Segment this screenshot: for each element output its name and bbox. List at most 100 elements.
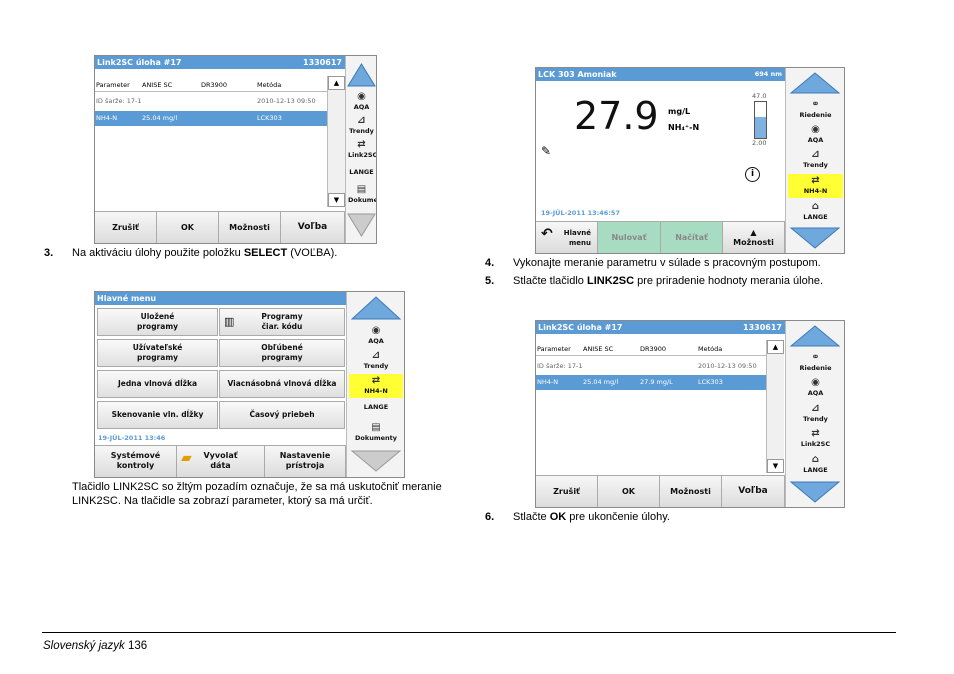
aqa-button[interactable]: ◉ AQA [788, 123, 843, 147]
lange-button[interactable]: ⌂ LANGE [788, 453, 843, 477]
ok-button[interactable]: OK [157, 212, 219, 243]
aqa-button[interactable]: ◉ AQA [348, 90, 375, 114]
side-panel: ◉AQA ⊿Trendy ⇄Link2SC LANGE ▤Dokumenty [345, 56, 376, 243]
button-bar: Zrušiť OK Možnosti Voľba [536, 475, 785, 507]
button-bar: Zrušiť OK Možnosti Voľba [95, 211, 345, 243]
screen-title: Hlavné menu [95, 292, 346, 305]
scroll-up-icon[interactable] [789, 70, 842, 96]
measurement-unit: mg/L [668, 107, 691, 116]
cancel-button[interactable]: Zrušiť [95, 212, 157, 243]
link2sc-icon: ⇄ [371, 375, 381, 386]
table-header: Parameter ANISE SC DR3900 Metóda [536, 344, 766, 356]
page-number: 136 [128, 640, 148, 652]
footer-divider [42, 632, 896, 633]
favorite-programs-button[interactable]: Obľúbené programy [219, 339, 345, 367]
screen-link2sc-task: Link2SC úloha #17 1330617 Parameter ANISE… [94, 55, 377, 244]
trend-chart-icon: ⊿ [811, 149, 820, 160]
link2sc-button[interactable]: ⇄ Link2SC [788, 427, 843, 451]
trends-button[interactable]: ⊿ Trendy [788, 402, 843, 426]
folder-icon: ▰ [181, 450, 192, 466]
documents-button[interactable]: ▤Dokumenty [348, 183, 376, 207]
dilution-button[interactable]: ⚭ Riedenie [788, 98, 843, 122]
step-6-text: Stlačte OK pre ukončenie úlohy. [513, 511, 670, 523]
aqa-icon: ◉ [371, 325, 381, 336]
dilution-button[interactable]: ⚭ Riedenie [788, 351, 843, 375]
trend-chart-icon: ⊿ [811, 403, 820, 414]
aqa-button[interactable]: ◉ AQA [788, 376, 843, 400]
note-text: Tlačidlo LINK2SC so žltým pozadím označu… [72, 481, 442, 507]
multi-wavelength-button[interactable]: Viacnásobná vlnová dĺžka [219, 370, 345, 398]
barcode-programs-button[interactable]: ▥ Programy čiar. kódu [219, 308, 345, 336]
dilution-icon: ⚭ [811, 99, 820, 110]
options-button[interactable]: Možnosti [660, 476, 722, 507]
link2sc-icon: ⇄ [811, 428, 820, 439]
table-row[interactable]: ID šarže: 17-1 2010-12-13 09:50 [536, 361, 766, 372]
footer-language: Slovenský jazyk [43, 640, 125, 652]
trends-button[interactable]: ⊿ Trendy [349, 349, 403, 373]
scrollbar[interactable]: ▲ ▼ [327, 76, 345, 207]
single-wavelength-button[interactable]: Jedna vlnová dĺžka [97, 370, 218, 398]
step-number: 3. [44, 247, 54, 259]
side-panel: ⚭ Riedenie ◉ AQA ⊿ Trendy ⇄ Link2SC ⌂ LANGE [785, 321, 844, 507]
scroll-up-icon[interactable]: ▲ [328, 76, 345, 90]
recall-data-button[interactable]: ▰ Vyvolať dáta [177, 446, 265, 477]
link2sc-nh4n-button[interactable]: ⇄ NH4-N [349, 374, 403, 398]
time-course-button[interactable]: Časový priebeh [219, 401, 345, 429]
scroll-up-icon[interactable]: ▲ [767, 340, 784, 354]
scroll-up-icon[interactable] [347, 58, 376, 90]
step-number: 4. [485, 257, 495, 269]
screen-title: Link2SC úloha #17 1330617 [95, 56, 345, 69]
home-icon: ⌂ [811, 201, 820, 212]
table-row-selected[interactable]: NH4-N 25.04 mg/l LCK303 [95, 111, 327, 126]
screen-title: LCK 303 Amoniak 694 nm [536, 68, 785, 81]
trends-button[interactable]: ⊿ Trendy [788, 148, 843, 172]
side-panel: ⚭ Riedenie ◉ AQA ⊿ Trendy ⇄ NH4-N ⌂ LANGE [785, 68, 844, 253]
instrument-setup-button[interactable]: Nastavenie prístroja [265, 446, 346, 477]
scroll-up-icon[interactable] [350, 294, 402, 322]
wavelength-scan-button[interactable]: Skenovanie vln. dĺžky [97, 401, 218, 429]
zero-button[interactable]: Nulovať [598, 222, 661, 253]
step-4-text: Vykonajte meranie parametru v súlade s p… [513, 257, 821, 269]
options-button[interactable]: Možnosti [219, 212, 281, 243]
select-button[interactable]: Voľba [281, 212, 345, 243]
scroll-down-icon[interactable] [350, 448, 402, 474]
options-button[interactable]: ▲ Možnosti [723, 222, 785, 253]
system-checks-button[interactable]: Systémové kontroly [95, 446, 177, 477]
saved-programs-button[interactable]: Uložené programy [97, 308, 218, 336]
scroll-up-icon[interactable] [789, 323, 842, 349]
scroll-down-icon[interactable] [347, 210, 376, 242]
select-button[interactable]: Voľba [722, 476, 785, 507]
cancel-button[interactable]: Zrušiť [536, 476, 598, 507]
scroll-down-icon[interactable]: ▼ [767, 459, 784, 473]
table-row-selected[interactable]: NH4-N 25.04 mg/l 27.9 mg/L LCK303 [536, 375, 766, 390]
link2sc-icon: ⇄ [357, 139, 366, 150]
back-arrow-icon: ↶ [541, 226, 553, 242]
level-bar-fill [755, 117, 766, 138]
lange-button[interactable]: LANGE [348, 164, 375, 180]
user-programs-button[interactable]: Užívateľské programy [97, 339, 218, 367]
screen-title: Link2SC úloha #17 1330617 [536, 321, 785, 334]
lange-button[interactable]: LANGE [349, 399, 403, 415]
scroll-down-icon[interactable]: ▼ [328, 193, 345, 207]
ok-button[interactable]: OK [598, 476, 660, 507]
link2sc-button[interactable]: ⇄ Link2SC [348, 138, 376, 162]
scroll-down-icon[interactable] [789, 225, 842, 251]
info-icon[interactable]: i [745, 167, 760, 182]
table-header: Parameter ANISE SC DR3900 Metóda [95, 80, 327, 92]
level-bar [754, 101, 767, 139]
scroll-down-icon[interactable] [789, 479, 842, 505]
documents-button[interactable]: ▤Dokumenty [349, 421, 403, 445]
lange-button[interactable]: ⌂ LANGE [788, 200, 843, 224]
step-number: 6. [485, 511, 495, 523]
trends-button[interactable]: ⊿ Trendy [348, 114, 375, 138]
link2sc-nh4n-button[interactable]: ⇄ NH4-N [788, 174, 843, 198]
scale-bottom: 2.00 [752, 139, 767, 147]
date-time: 19-JÚL-2011 13:46:57 [541, 209, 620, 217]
up-arrow-icon: ▲ [750, 228, 757, 237]
aqa-button[interactable]: ◉ AQA [349, 324, 403, 348]
read-button[interactable]: Načítať [661, 222, 723, 253]
main-menu-button[interactable]: ↶ Hlavné menu [536, 222, 598, 253]
table-row[interactable]: ID šarže: 17-1 2010-12-13 09:50 [95, 96, 327, 107]
scrollbar[interactable]: ▲ ▼ [766, 340, 784, 473]
edit-icon[interactable]: ✎ [541, 144, 551, 158]
